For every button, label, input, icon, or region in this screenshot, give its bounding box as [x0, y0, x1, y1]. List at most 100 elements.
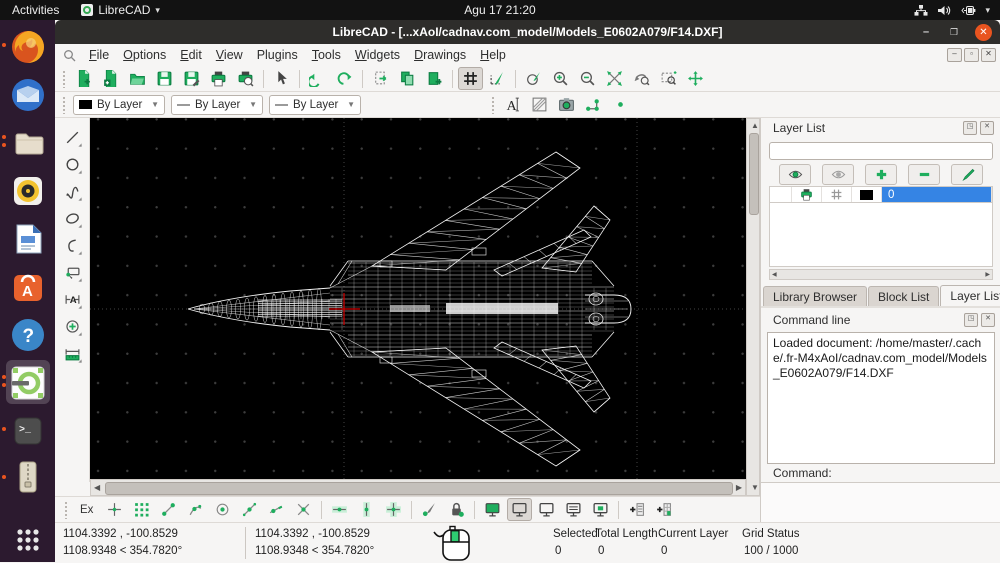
- layer-list-body[interactable]: [769, 203, 993, 267]
- mdi-minimize-button[interactable]: –: [947, 48, 962, 62]
- float-dock-button[interactable]: ◳: [963, 121, 977, 135]
- canvas-vertical-scrollbar[interactable]: ▲ ▼: [746, 118, 760, 496]
- new-file-icon[interactable]: [71, 67, 96, 90]
- circle-center-tool-icon[interactable]: [59, 314, 85, 339]
- toolbar-drag-handle[interactable]: [491, 96, 496, 114]
- image-insert-icon[interactable]: [554, 93, 579, 116]
- isometric-grid-icon[interactable]: [485, 67, 510, 90]
- tab-layer-list[interactable]: Layer List: [940, 285, 1000, 306]
- snap-entity-icon[interactable]: [183, 498, 208, 521]
- paste-icon[interactable]: [422, 67, 447, 90]
- scroll-left-arrow[interactable]: ◀: [772, 272, 777, 278]
- current-view-icon[interactable]: [507, 498, 532, 521]
- scroll-left-arrow[interactable]: ◀: [94, 484, 100, 492]
- app-menu-button[interactable]: LibreCAD ▾: [71, 3, 170, 17]
- close-dock-button[interactable]: ✕: [980, 121, 994, 135]
- edit-layer-button[interactable]: [951, 164, 983, 185]
- menu-file[interactable]: File: [82, 46, 116, 64]
- text-tool-icon[interactable]: A: [500, 93, 525, 116]
- show-all-layers-button[interactable]: [779, 164, 811, 185]
- line-tool-icon[interactable]: [59, 125, 85, 150]
- dock-item-files[interactable]: [0, 119, 55, 167]
- layer-name[interactable]: 0: [882, 187, 992, 202]
- search-icon[interactable]: [63, 49, 76, 62]
- add-layer-list-icon[interactable]: [624, 498, 649, 521]
- dock-item-show-applications[interactable]: [0, 518, 55, 562]
- arc-tool-icon[interactable]: [59, 233, 85, 258]
- restrict-orthogonal-icon[interactable]: [381, 498, 406, 521]
- float-dock-button[interactable]: ◳: [964, 313, 978, 327]
- menu-plugins[interactable]: Plugins: [250, 46, 305, 64]
- measure-tool-icon[interactable]: [59, 341, 85, 366]
- grid-toggle-icon[interactable]: [458, 67, 483, 90]
- select-cursor-icon[interactable]: [269, 67, 294, 90]
- vertical-scroll-thumb[interactable]: [749, 133, 759, 215]
- tab-block-list[interactable]: Block List: [868, 286, 939, 306]
- snap-center-icon[interactable]: [210, 498, 235, 521]
- add-block-list-icon[interactable]: [651, 498, 676, 521]
- snap-distance-icon[interactable]: [264, 498, 289, 521]
- scroll-up-arrow[interactable]: ▲: [751, 122, 759, 130]
- ellipse-tool-icon[interactable]: [59, 206, 85, 231]
- save-icon[interactable]: [152, 67, 177, 90]
- exclusive-snap-toggle[interactable]: Ex: [73, 498, 100, 521]
- pen-color-select[interactable]: By Layer ▼: [73, 95, 165, 115]
- horizontal-scroll-thumb[interactable]: [105, 482, 733, 495]
- dock-item-firefox[interactable]: [0, 23, 55, 71]
- mdi-close-button[interactable]: ✕: [981, 48, 996, 62]
- toolbar-drag-handle[interactable]: [64, 501, 69, 519]
- dimension-tool-icon[interactable]: A: [59, 287, 85, 312]
- pen-width-select[interactable]: By Layer ▼: [171, 95, 263, 115]
- set-relative-zero-icon[interactable]: [417, 498, 442, 521]
- open-icon[interactable]: [125, 67, 150, 90]
- close-dock-button[interactable]: ✕: [981, 313, 995, 327]
- free-snap-icon[interactable]: [102, 498, 127, 521]
- lock-relative-zero-icon[interactable]: [444, 498, 469, 521]
- spline-tool-icon[interactable]: [59, 179, 85, 204]
- dock-item-rhythmbox[interactable]: [0, 167, 55, 215]
- layer-visibility-cell[interactable]: [770, 187, 792, 202]
- close-window-button[interactable]: ✕: [975, 24, 992, 41]
- copy-icon[interactable]: [395, 67, 420, 90]
- menu-options[interactable]: Options: [116, 46, 173, 64]
- layer-row-0[interactable]: 0: [769, 186, 993, 203]
- dock-item-archive-manager[interactable]: [0, 455, 55, 499]
- remove-layer-button[interactable]: [908, 164, 940, 185]
- drawing-canvas[interactable]: [90, 118, 746, 479]
- menu-tools[interactable]: Tools: [305, 46, 348, 64]
- redraw-icon[interactable]: [521, 67, 546, 90]
- restrict-vertical-icon[interactable]: [354, 498, 379, 521]
- window-zoom-icon[interactable]: [656, 67, 681, 90]
- dock-item-help[interactable]: ?: [0, 311, 55, 359]
- undo-icon[interactable]: [305, 67, 330, 90]
- menu-drawings[interactable]: Drawings: [407, 46, 473, 64]
- new-from-template-icon[interactable]: [98, 67, 123, 90]
- zoom-in-icon[interactable]: [548, 67, 573, 90]
- snap-grid-icon[interactable]: [129, 498, 154, 521]
- activities-button[interactable]: Activities: [0, 0, 71, 20]
- hatch-tool-icon[interactable]: [527, 93, 552, 116]
- command-log[interactable]: Loaded document: /home/master/.cache/.fr…: [767, 332, 995, 464]
- redo-icon[interactable]: [332, 67, 357, 90]
- layer-construction-icon[interactable]: [822, 187, 852, 202]
- add-layer-button[interactable]: [865, 164, 897, 185]
- layer-color-swatch[interactable]: [852, 187, 882, 202]
- zoom-out-icon[interactable]: [575, 67, 600, 90]
- scroll-right-arrow[interactable]: ▶: [736, 484, 742, 492]
- print-icon[interactable]: [206, 67, 231, 90]
- layer-list-scrollbar[interactable]: ◀ ▶: [769, 269, 993, 280]
- mdi-restore-button[interactable]: ▫: [964, 48, 979, 62]
- snap-endpoint-icon[interactable]: [156, 498, 181, 521]
- cut-icon[interactable]: [368, 67, 393, 90]
- toolbar-drag-handle[interactable]: [62, 70, 67, 88]
- dock-item-ubuntu-software[interactable]: A: [0, 263, 55, 311]
- command-input[interactable]: [761, 482, 1000, 522]
- draft-mode-icon[interactable]: [480, 498, 505, 521]
- auto-zoom-icon[interactable]: [602, 67, 627, 90]
- tab-library-browser[interactable]: Library Browser: [763, 286, 867, 306]
- layer-filter-input[interactable]: [769, 142, 993, 160]
- scroll-right-arrow[interactable]: ▶: [985, 272, 990, 278]
- toolbar-drag-handle[interactable]: [62, 96, 67, 114]
- point-tool-icon[interactable]: [608, 93, 633, 116]
- view-block-icon[interactable]: [588, 498, 613, 521]
